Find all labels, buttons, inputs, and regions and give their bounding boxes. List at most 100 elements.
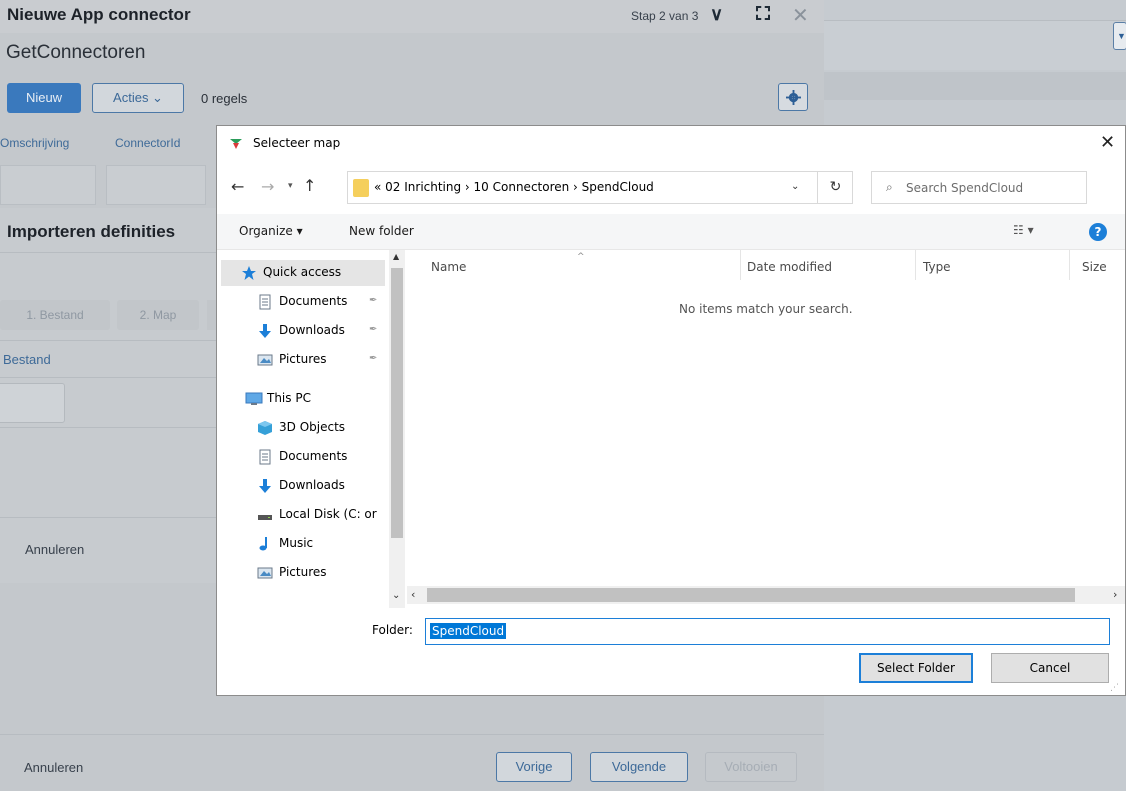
search-icon: ⌕ bbox=[886, 180, 893, 194]
filter-field[interactable] bbox=[106, 165, 206, 205]
music-icon bbox=[257, 536, 273, 552]
column-header-omschrijving[interactable]: Omschrijving bbox=[0, 136, 69, 150]
step-next[interactable] bbox=[207, 300, 216, 330]
search-input[interactable]: Search SpendCloud bbox=[906, 181, 1023, 195]
bestand-field[interactable] bbox=[0, 383, 65, 423]
column-separator[interactable] bbox=[915, 250, 916, 280]
pictures-icon bbox=[257, 565, 273, 581]
previous-button[interactable]: Vorige bbox=[496, 752, 572, 782]
recent-locations-icon[interactable]: ▾ bbox=[288, 181, 293, 191]
settings-button[interactable] bbox=[778, 83, 808, 111]
pin-icon: ✒ bbox=[369, 295, 378, 306]
dialog-cancel-button[interactable]: Cancel bbox=[991, 653, 1109, 683]
nav-item-label: Pictures bbox=[279, 352, 327, 366]
pin-icon: ✒ bbox=[369, 353, 378, 364]
divider bbox=[0, 252, 216, 253]
nav-item-label: 3D Objects bbox=[279, 420, 346, 434]
nav-item-label: Music bbox=[279, 536, 314, 550]
nav-item-downloads[interactable]: Downloads ✒ bbox=[257, 318, 387, 344]
star-icon bbox=[241, 265, 257, 281]
scrollbar-thumb[interactable] bbox=[427, 588, 1075, 602]
next-button[interactable]: Volgende bbox=[590, 752, 688, 782]
horizontal-scrollbar[interactable]: ‹ › bbox=[407, 586, 1125, 604]
chevron-down-icon[interactable]: ⌄ bbox=[791, 181, 799, 192]
scroll-left-icon[interactable]: ‹ bbox=[411, 588, 415, 601]
dialog-title: Selecteer map bbox=[253, 136, 341, 150]
row-count: 0 regels bbox=[201, 91, 248, 106]
filter-field[interactable] bbox=[0, 165, 96, 205]
cancel-button[interactable]: Annuleren bbox=[24, 760, 83, 775]
nav-item-local-disk[interactable]: Local Disk (C: or bbox=[257, 502, 391, 528]
select-folder-button[interactable]: Select Folder bbox=[859, 653, 973, 683]
nav-item-3d-objects[interactable]: 3D Objects bbox=[257, 415, 387, 441]
search-box[interactable]: ⌕ Search SpendCloud bbox=[871, 171, 1087, 204]
folder-label: Folder: bbox=[372, 623, 413, 637]
chevron-down-icon[interactable]: ⌄ bbox=[392, 590, 400, 601]
help-icon[interactable]: ? bbox=[1089, 223, 1107, 241]
scroll-up-icon[interactable]: ▲ bbox=[393, 252, 399, 261]
step-bestand[interactable]: 1. Bestand bbox=[0, 300, 110, 330]
view-options-icon[interactable]: ☷ ▾ bbox=[1013, 223, 1034, 237]
nav-item-documents[interactable]: Documents ✒ bbox=[257, 289, 387, 315]
gear-icon bbox=[786, 90, 801, 105]
scrollbar-thumb[interactable] bbox=[391, 268, 403, 538]
actions-dropdown-button[interactable]: Acties ⌄ bbox=[92, 83, 184, 113]
divider bbox=[0, 427, 216, 428]
nav-item-label: Pictures bbox=[279, 565, 327, 579]
nav-item-this-pc[interactable]: This PC bbox=[245, 386, 385, 412]
chevron-down-icon[interactable]: ∨ bbox=[710, 4, 723, 25]
chevron-down-icon: ▼ bbox=[1117, 31, 1126, 41]
pin-icon: ✒ bbox=[369, 324, 378, 335]
nav-item-label: Downloads bbox=[279, 323, 345, 337]
dialog-toolbar: Organize ▾ New folder ☷ ▾ ? bbox=[217, 214, 1125, 250]
back-arrow-icon[interactable]: ← bbox=[231, 177, 244, 196]
import-cancel-button[interactable]: Annuleren bbox=[25, 542, 84, 557]
close-icon[interactable]: ✕ bbox=[1100, 132, 1115, 153]
folder-icon bbox=[353, 179, 369, 197]
maximize-icon[interactable] bbox=[756, 6, 770, 20]
column-header-type[interactable]: Type bbox=[923, 260, 951, 274]
step-map[interactable]: 2. Map bbox=[117, 300, 199, 330]
nav-item-music[interactable]: Music bbox=[257, 531, 387, 557]
empty-list-message: No items match your search. bbox=[679, 302, 853, 316]
documents-icon bbox=[257, 294, 273, 310]
address-bar[interactable]: « 02 Inrichting › 10 Connectoren › Spend… bbox=[347, 171, 853, 204]
resize-grip-icon[interactable]: ⋰ bbox=[1110, 683, 1119, 693]
nav-item-quick-access[interactable]: Quick access bbox=[221, 260, 385, 286]
background-dropdown[interactable]: ▼ bbox=[1113, 22, 1126, 50]
nav-item-pictures[interactable]: Pictures bbox=[257, 560, 387, 586]
finish-button: Voltooien bbox=[705, 752, 797, 782]
column-header-size[interactable]: Size bbox=[1082, 260, 1107, 274]
column-header-name[interactable]: Name bbox=[431, 260, 466, 274]
background-toolbar-band bbox=[824, 72, 1126, 100]
wizard-header: Nieuwe App connector Stap 2 van 3 ∨ ✕ bbox=[0, 0, 824, 33]
up-arrow-icon[interactable]: ↑ bbox=[303, 176, 316, 195]
wizard-title: Nieuwe App connector bbox=[7, 5, 191, 24]
column-separator[interactable] bbox=[1069, 250, 1070, 280]
nav-item-downloads[interactable]: Downloads bbox=[257, 473, 387, 499]
folder-name-input[interactable]: SpendCloud bbox=[425, 618, 1110, 645]
import-title: Importeren definities bbox=[7, 222, 176, 241]
navigation-pane: Quick access Documents ✒ Downloads ✒ Pic… bbox=[217, 250, 407, 608]
column-header-connectorid[interactable]: ConnectorId bbox=[115, 136, 180, 150]
breadcrumb[interactable]: « 02 Inrichting › 10 Connectoren › Spend… bbox=[374, 180, 654, 194]
close-icon[interactable]: ✕ bbox=[792, 3, 809, 28]
column-separator[interactable] bbox=[740, 250, 741, 280]
nav-item-documents[interactable]: Documents bbox=[257, 444, 387, 470]
forward-arrow-icon[interactable]: → bbox=[261, 177, 274, 196]
navigation-scrollbar[interactable]: ▲ ⌄ bbox=[389, 250, 405, 608]
scroll-right-icon[interactable]: › bbox=[1113, 588, 1117, 601]
wizard-step-indicator: Stap 2 van 3 bbox=[631, 9, 699, 23]
organize-button[interactable]: Organize ▾ bbox=[239, 224, 303, 238]
new-folder-button[interactable]: New folder bbox=[349, 224, 414, 238]
bestand-label: Bestand bbox=[3, 352, 51, 367]
new-button[interactable]: Nieuw bbox=[7, 83, 81, 113]
sort-ascending-icon: ^ bbox=[577, 252, 585, 262]
column-header-date-modified[interactable]: Date modified bbox=[747, 260, 832, 274]
refresh-icon[interactable]: ↻ bbox=[817, 172, 853, 203]
select-folder-dialog: Selecteer map ✕ ← → ▾ ↑ « 02 Inrichting … bbox=[216, 125, 1126, 696]
dialog-titlebar[interactable]: Selecteer map ✕ bbox=[217, 126, 1125, 161]
downloads-icon bbox=[257, 478, 273, 494]
nav-item-pictures[interactable]: Pictures ✒ bbox=[257, 347, 387, 373]
3d-objects-icon bbox=[257, 420, 273, 436]
